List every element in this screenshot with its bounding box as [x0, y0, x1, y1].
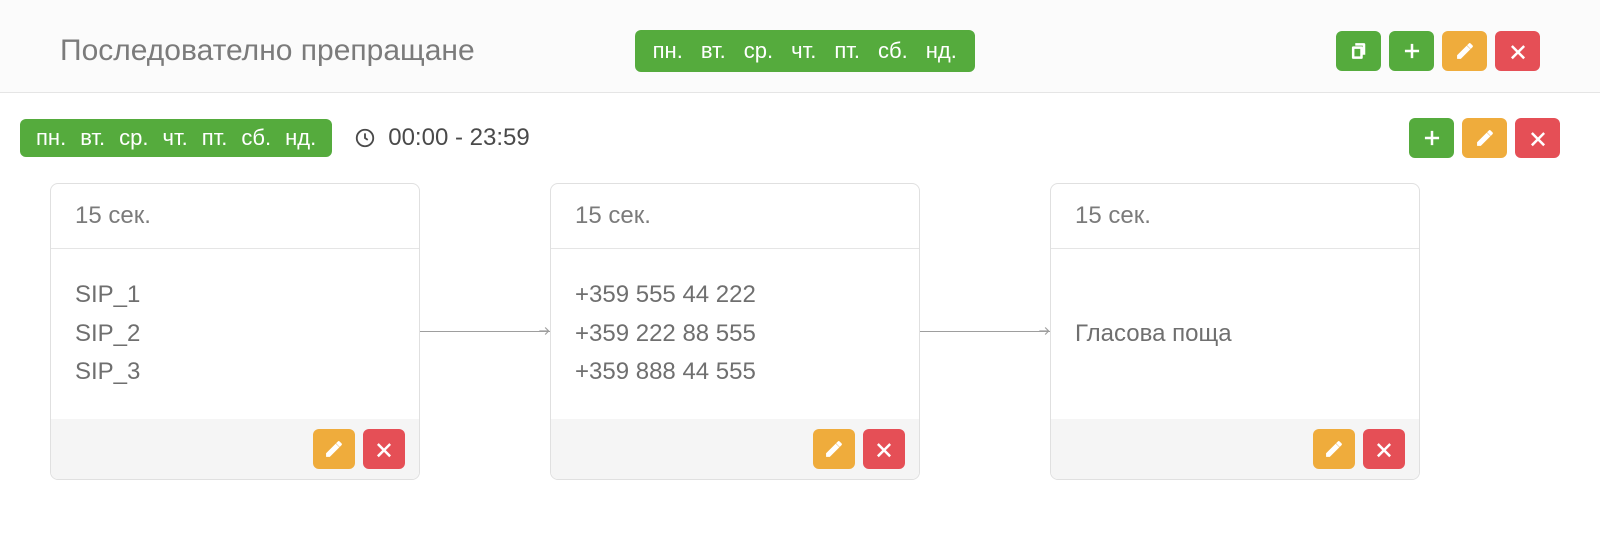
day-label: сб. [878, 38, 908, 64]
header-bar: Последователно препращане пн. вт. ср. чт… [0, 0, 1600, 93]
stage-duration: 15 сек. [551, 184, 919, 249]
day-label: чт. [791, 38, 816, 64]
stage-card: 15 сек. SIP_1 SIP_2 SIP_3 [50, 183, 420, 480]
schedule-add-button[interactable] [1409, 118, 1454, 158]
close-icon [1508, 41, 1528, 61]
day-label: вт. [701, 38, 726, 64]
page-title: Последователно препращане [60, 34, 475, 68]
schedule-edit-button[interactable] [1462, 118, 1507, 158]
add-button[interactable] [1389, 31, 1434, 71]
copy-button[interactable] [1336, 31, 1381, 71]
close-icon [1374, 439, 1394, 459]
pencil-icon [324, 439, 344, 459]
stage-delete-button[interactable] [363, 429, 405, 469]
stage-edit-button[interactable] [813, 429, 855, 469]
day-label: пн. [653, 38, 683, 64]
stage-entry: SIP_1 [75, 276, 395, 314]
stage-duration: 15 сек. [51, 184, 419, 249]
schedule-actions [1409, 118, 1580, 158]
close-icon [1528, 128, 1548, 148]
schedule-delete-button[interactable] [1515, 118, 1560, 158]
arrow-right-icon [1037, 324, 1051, 338]
schedule-days-pill[interactable]: пн. вт. ср. чт. пт. сб. нд. [20, 119, 332, 157]
day-label: сб. [241, 125, 271, 151]
clock-icon [354, 127, 376, 149]
day-label: пт. [834, 38, 860, 64]
stage-entry: SIP_2 [75, 315, 395, 353]
pencil-icon [824, 439, 844, 459]
header-days-container: пн. вт. ср. чт. пт. сб. нд. [635, 30, 975, 72]
stage-body: Гласова поща [1051, 249, 1419, 419]
pencil-icon [1324, 439, 1344, 459]
day-label: нд. [926, 38, 957, 64]
arrow-right-icon [537, 324, 551, 338]
day-label: вт. [80, 125, 105, 151]
stage-edit-button[interactable] [1313, 429, 1355, 469]
stage-entry: Гласова поща [1075, 315, 1395, 353]
edit-button[interactable] [1442, 31, 1487, 71]
plus-icon [1422, 128, 1442, 148]
stage-entry: +359 888 44 555 [575, 353, 895, 391]
stage-footer [551, 419, 919, 479]
day-label: пн. [36, 125, 66, 151]
stage-duration: 15 сек. [1051, 184, 1419, 249]
stage-entry: SIP_3 [75, 353, 395, 391]
schedule-bar: пн. вт. ср. чт. пт. сб. нд. 00:00 - 23:5… [0, 93, 1600, 183]
day-label: пт. [202, 125, 228, 151]
stage-body: +359 555 44 222 +359 222 88 555 +359 888… [551, 249, 919, 419]
stage-delete-button[interactable] [1363, 429, 1405, 469]
arrow-connector [920, 331, 1050, 332]
copy-icon [1349, 41, 1369, 61]
day-label: ср. [119, 125, 148, 151]
time-range-label: 00:00 - 23:59 [388, 124, 529, 152]
stage-body: SIP_1 SIP_2 SIP_3 [51, 249, 419, 419]
day-label: ср. [744, 38, 773, 64]
stage-card: 15 сек. Гласова поща [1050, 183, 1420, 480]
stage-edit-button[interactable] [313, 429, 355, 469]
arrow-connector [420, 331, 550, 332]
pencil-icon [1455, 41, 1475, 61]
header-days-pill[interactable]: пн. вт. ср. чт. пт. сб. нд. [635, 30, 975, 72]
schedule-time: 00:00 - 23:59 [354, 124, 529, 152]
close-icon [874, 439, 894, 459]
pencil-icon [1475, 128, 1495, 148]
header-actions [1336, 31, 1540, 71]
day-label: чт. [163, 125, 188, 151]
stage-entry: +359 555 44 222 [575, 276, 895, 314]
stages-row: 15 сек. SIP_1 SIP_2 SIP_3 15 сек. +359 5… [0, 183, 1600, 510]
day-label: нд. [285, 125, 316, 151]
close-icon [374, 439, 394, 459]
delete-button[interactable] [1495, 31, 1540, 71]
stage-card: 15 сек. +359 555 44 222 +359 222 88 555 … [550, 183, 920, 480]
stage-footer [1051, 419, 1419, 479]
stage-entry: +359 222 88 555 [575, 315, 895, 353]
stage-footer [51, 419, 419, 479]
plus-icon [1402, 41, 1422, 61]
stage-delete-button[interactable] [863, 429, 905, 469]
